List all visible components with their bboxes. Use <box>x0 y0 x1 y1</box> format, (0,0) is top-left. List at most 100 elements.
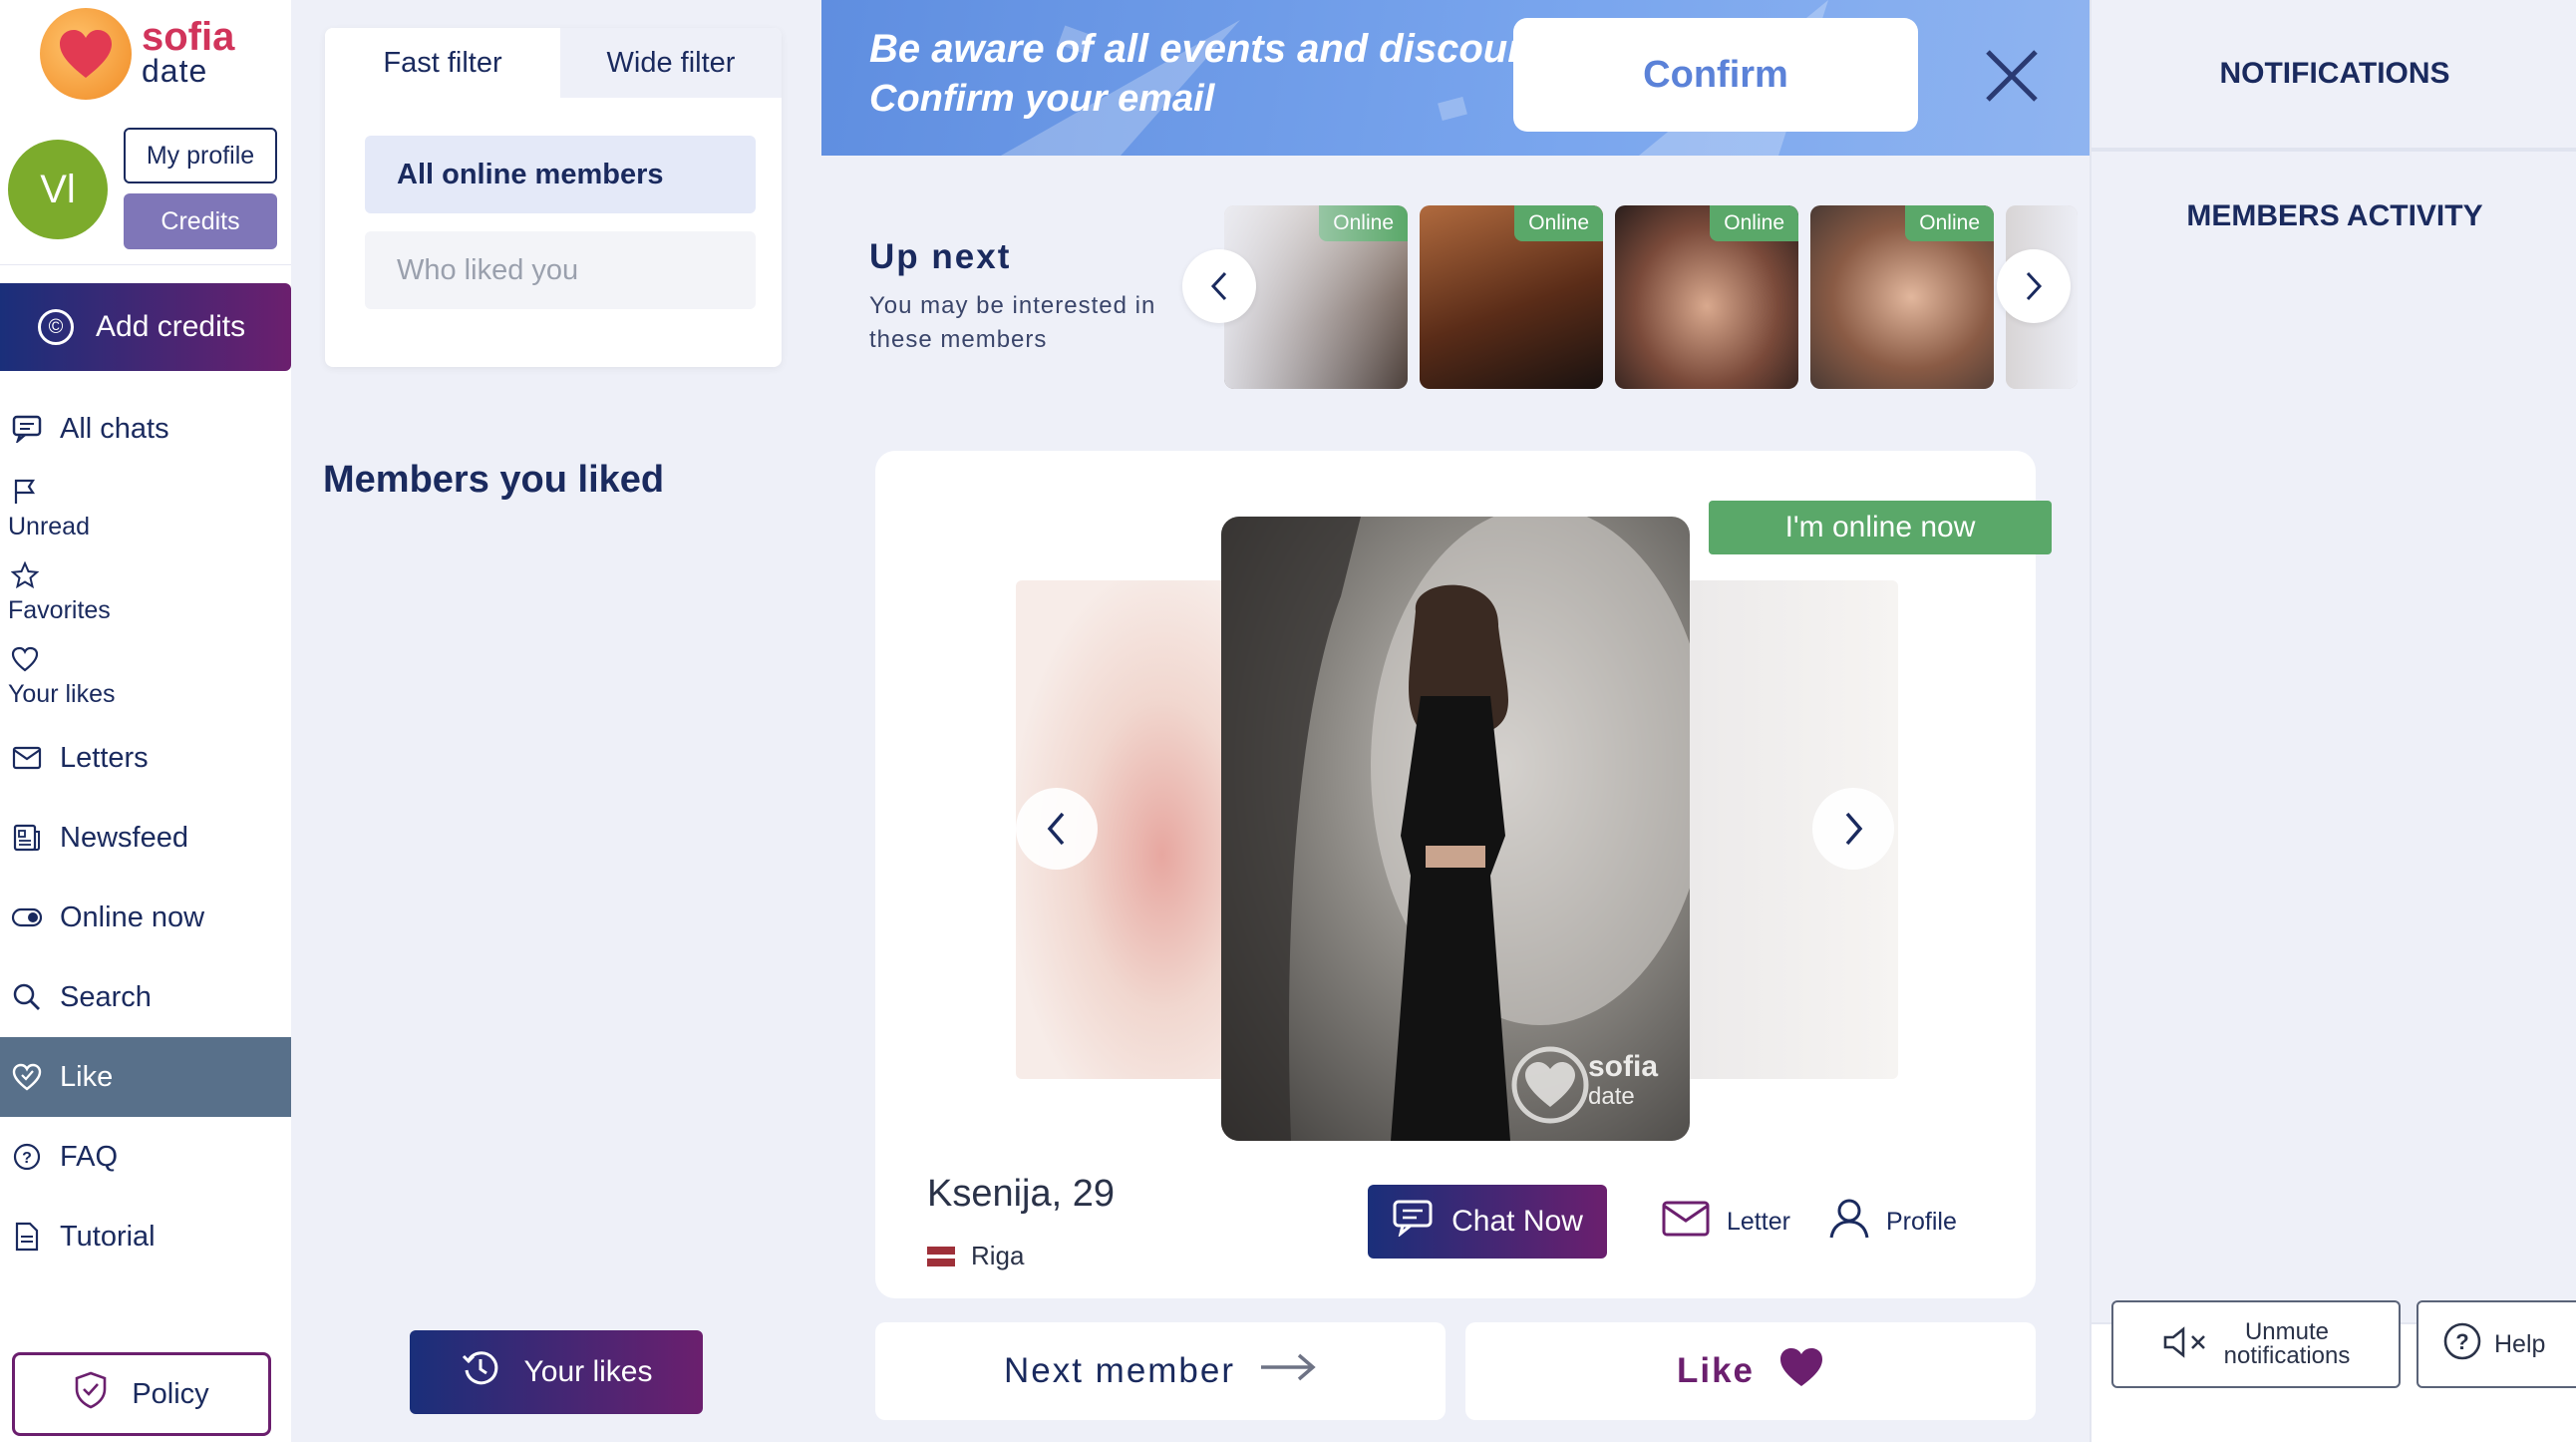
speaker-muted-icon <box>2162 1325 2210 1364</box>
search-icon <box>10 980 44 1014</box>
member-photo-silhouette <box>1221 517 1690 1141</box>
next-member-button[interactable]: Next member <box>875 1322 1446 1420</box>
online-badge: Online <box>1319 205 1408 241</box>
member-city: Riga <box>971 1241 1025 1270</box>
chevron-left-icon <box>1210 271 1227 301</box>
sidebar-item-tutorial[interactable]: Tutorial <box>0 1211 291 1262</box>
user-icon <box>1828 1198 1870 1247</box>
up-next-prev-button[interactable] <box>1182 249 1256 323</box>
sidebar-item-label: Letters <box>60 741 149 774</box>
sidebar: sofia date Vl My profile Credits © Add c… <box>0 0 291 1442</box>
chevron-left-icon <box>1047 812 1065 846</box>
banner-headline: Be aware of all events and discounts! <box>869 27 1581 71</box>
email-confirm-banner: Be aware of all events and discounts! Co… <box>821 0 2090 156</box>
sidebar-item-label: Tutorial <box>60 1220 156 1253</box>
chat-now-button[interactable]: Chat Now <box>1368 1185 1607 1259</box>
sidebar-item-search[interactable]: Search <box>0 971 291 1023</box>
member-main-photo[interactable]: sofia date <box>1221 517 1690 1141</box>
envelope-icon <box>1661 1200 1711 1245</box>
brand-logo[interactable]: sofia date <box>40 6 259 102</box>
avatar[interactable]: Vl <box>8 140 108 239</box>
up-next-next-button[interactable] <box>1997 249 2071 323</box>
sidebar-item-label: All chats <box>60 412 169 445</box>
online-now-badge: I'm online now <box>1709 501 2052 554</box>
tab-wide-filter[interactable]: Wide filter <box>560 28 782 98</box>
sidebar-item-all-chats[interactable]: All chats <box>0 403 291 455</box>
like-label: Like <box>1676 1351 1756 1390</box>
up-next-carousel: Online Online Online Online <box>1224 205 2078 389</box>
sidebar-item-your-likes[interactable]: Your likes <box>0 642 291 712</box>
profile-label: Profile <box>1886 1207 1957 1236</box>
svg-text:?: ? <box>22 1150 32 1167</box>
sidebar-item-faq[interactable]: ? FAQ <box>0 1131 291 1183</box>
filter-all-online-members[interactable]: All online members <box>365 136 756 213</box>
sidebar-item-newsfeed[interactable]: Newsfeed <box>0 812 291 864</box>
photo-next-button[interactable] <box>1812 788 1894 870</box>
confirm-email-button[interactable]: Confirm <box>1513 18 1918 132</box>
help-icon: ? <box>2442 1321 2482 1368</box>
online-badge: Online <box>1710 205 1798 241</box>
brand-name: sofia <box>142 15 235 59</box>
credits-button[interactable]: Credits <box>124 193 277 249</box>
arrow-right-icon <box>1259 1351 1317 1391</box>
sidebar-item-label: Unread <box>8 513 90 541</box>
toggle-icon <box>10 901 44 934</box>
heart-check-icon <box>10 1060 44 1094</box>
svg-text:?: ? <box>2455 1329 2468 1354</box>
unmute-label-line1: Unmute <box>2244 1318 2330 1345</box>
envelope-icon <box>10 741 44 775</box>
sidebar-item-label: Newsfeed <box>60 821 188 854</box>
chat-icon <box>10 412 44 446</box>
member-location: Riga <box>927 1241 1024 1271</box>
up-next-title: Up next <box>869 237 1012 276</box>
profile-card: Vl My profile Credits <box>0 110 291 265</box>
up-next-thumb[interactable]: Online <box>1615 205 1798 389</box>
sidebar-item-label: Search <box>60 980 152 1013</box>
brand-subname: date <box>142 53 208 89</box>
help-button[interactable]: ? Help <box>2416 1300 2576 1388</box>
sidebar-item-online-now[interactable]: Online now <box>0 892 291 943</box>
sidebar-item-unread[interactable]: Unread <box>0 475 291 544</box>
up-next-thumb[interactable]: Online <box>1810 205 1994 389</box>
like-button[interactable]: Like <box>1465 1322 2036 1420</box>
next-member-label: Next member <box>1003 1351 1236 1390</box>
question-icon: ? <box>10 1140 44 1174</box>
online-badge: Online <box>1514 205 1603 241</box>
banner-subline: Confirm your email <box>869 78 1215 120</box>
unmute-notifications-button[interactable]: Unmute notifications <box>2111 1300 2401 1388</box>
photo-watermark: sofia date <box>1588 1050 1659 1111</box>
history-icon <box>461 1348 500 1396</box>
photo-prev-button[interactable] <box>1016 788 1098 870</box>
close-icon[interactable] <box>1980 44 2044 108</box>
chevron-right-icon <box>1845 812 1863 846</box>
newsfeed-icon <box>10 821 44 855</box>
letter-label: Letter <box>1727 1207 1790 1236</box>
member-name-age: Ksenija, 29 <box>927 1173 1116 1215</box>
sidebar-item-favorites[interactable]: Favorites <box>0 558 291 628</box>
letter-link[interactable]: Letter <box>1661 1197 1790 1247</box>
sidebar-item-like[interactable]: Like <box>0 1037 291 1117</box>
policy-label: Policy <box>132 1377 209 1410</box>
sidebar-item-label: FAQ <box>60 1140 119 1173</box>
watermark-line1: sofia <box>1588 1050 1659 1083</box>
latvia-flag-icon <box>927 1246 955 1266</box>
flag-icon <box>8 475 42 509</box>
your-likes-button[interactable]: Your likes <box>410 1330 703 1414</box>
add-credits-button[interactable]: © Add credits <box>0 283 291 371</box>
profile-link[interactable]: Profile <box>1828 1197 1957 1247</box>
my-profile-button[interactable]: My profile <box>124 128 277 183</box>
sidebar-item-letters[interactable]: Letters <box>0 732 291 784</box>
copyright-coin-icon: © <box>38 309 74 345</box>
tab-fast-filter[interactable]: Fast filter <box>325 28 560 98</box>
filter-who-liked-you[interactable]: Who liked you <box>365 231 756 309</box>
logo-heart-icon <box>40 8 132 100</box>
chat-icon <box>1392 1199 1434 1245</box>
add-credits-label: Add credits <box>96 310 246 343</box>
policy-button[interactable]: Policy <box>12 1352 271 1436</box>
star-icon <box>8 558 42 592</box>
shield-check-icon <box>74 1371 108 1417</box>
sidebar-item-label: Online now <box>60 901 205 933</box>
notifications-heading: NOTIFICATIONS <box>2092 0 2576 152</box>
members-liked-heading: Members you liked <box>323 459 665 501</box>
up-next-thumb[interactable]: Online <box>1420 205 1603 389</box>
